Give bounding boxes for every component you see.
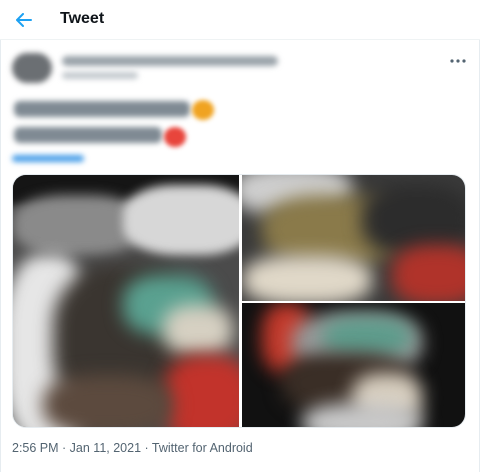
meta-separator: · [141,441,152,455]
page-title: Tweet [60,10,105,27]
heart-emoji-icon [164,127,186,147]
tweet-text-line-1 [14,101,190,117]
tweet-text-line-2 [14,127,162,143]
media-photo-1[interactable] [13,175,239,427]
media-photo-2[interactable] [242,175,465,301]
timestamp-time[interactable]: 2:56 PM [12,441,59,455]
more-dots-icon [450,59,466,63]
avatar[interactable] [12,53,52,83]
author-name[interactable] [62,56,278,66]
timestamp-date[interactable]: Jan 11, 2021 [70,441,141,455]
tweet-metadata: 2:56 PM · Jan 11, 2021 · Twitter for And… [12,441,253,455]
back-arrow-icon [16,13,32,27]
more-options-button[interactable] [446,54,470,68]
author-handle [62,72,138,79]
tweet-link[interactable] [12,155,84,162]
media-photo-3[interactable] [242,303,465,427]
media-grid [12,174,466,428]
tweet-source[interactable]: Twitter for Android [152,441,253,455]
meta-separator: · [58,441,70,455]
emoji-icon [192,100,214,120]
back-button[interactable] [10,6,38,34]
top-bar: Tweet [0,0,480,40]
